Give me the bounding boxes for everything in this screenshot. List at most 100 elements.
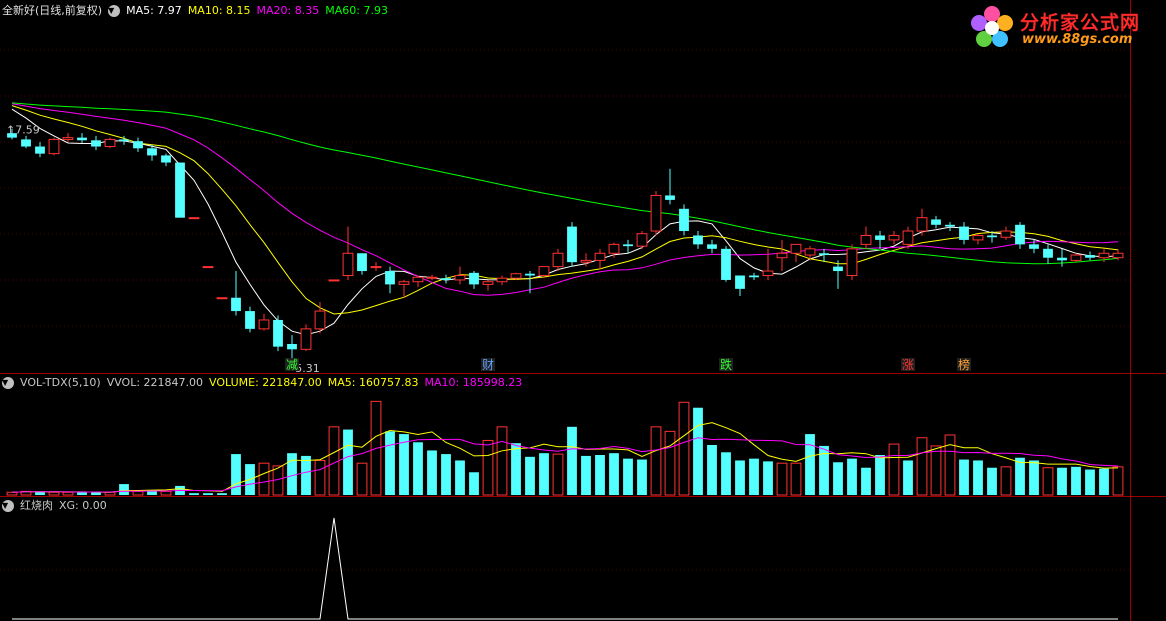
candle	[721, 246, 731, 282]
candle	[412, 275, 424, 288]
candle	[650, 191, 662, 236]
brand-logo[interactable]: 分析家公式网 www.88gs.com	[964, 2, 1162, 54]
stock-name[interactable]: 全新好(日线,前复权)	[2, 3, 102, 19]
candle-body	[370, 266, 382, 269]
candle-body	[538, 266, 550, 276]
candle	[21, 135, 31, 149]
candle-body	[426, 276, 438, 279]
vol-ma10-label: MA10: 185998.23	[424, 376, 523, 389]
candle	[846, 244, 858, 280]
kline-chart[interactable]: ↑7.59←5.31减财跌涨榜	[0, 0, 1166, 621]
event-tag: 财	[482, 358, 494, 372]
volume-bar	[217, 493, 227, 495]
candle	[707, 239, 717, 254]
xg-panel-header: ▼ 红烧肉 XG: 0.00	[2, 498, 107, 514]
candle	[469, 271, 479, 289]
candle-body	[147, 148, 157, 156]
candle-body	[482, 281, 494, 285]
volume-bar	[511, 443, 521, 495]
volume-bar	[441, 454, 451, 495]
candle-body	[552, 252, 564, 268]
volume-bar	[847, 458, 857, 495]
candle	[888, 231, 900, 245]
candle-body	[510, 273, 522, 279]
candle	[959, 222, 969, 245]
candle-body	[300, 328, 312, 350]
candle-body	[721, 248, 731, 280]
candle	[48, 137, 60, 156]
chevron-down-icon[interactable]: ▼	[2, 500, 14, 512]
candle-body	[875, 235, 885, 240]
candle-body	[762, 270, 774, 277]
xg-indicator-name[interactable]: 红烧肉	[20, 498, 53, 514]
candle-body	[35, 146, 45, 154]
volume-bar	[427, 450, 437, 495]
volume-bar	[973, 460, 983, 495]
volume-bar	[916, 437, 928, 496]
volume-bar	[160, 490, 172, 496]
volume-bar	[189, 493, 199, 495]
candle-body	[1085, 255, 1095, 258]
candle	[314, 302, 326, 334]
candle-body	[287, 343, 297, 350]
candle-body	[385, 271, 395, 285]
volume-bar	[790, 462, 802, 496]
candle-body	[273, 319, 283, 347]
volume-bar	[1057, 467, 1067, 495]
candle	[931, 215, 941, 229]
candle	[496, 275, 508, 286]
candle	[1015, 222, 1025, 249]
candle-body	[441, 278, 451, 280]
candle-body	[91, 140, 101, 147]
candle-body	[231, 297, 241, 312]
candle-body	[398, 281, 410, 285]
xg-label: XG: 0.00	[59, 499, 107, 512]
high-price-marker: ↑7.59	[6, 124, 40, 137]
volume-bar	[664, 430, 676, 496]
chevron-down-icon[interactable]: ▼	[2, 377, 14, 389]
volume-bar	[944, 434, 956, 496]
candle-body	[790, 243, 802, 254]
candle	[749, 272, 759, 280]
candle	[482, 279, 494, 291]
candle	[1085, 251, 1095, 261]
volume-bar	[482, 439, 494, 496]
candle-body	[679, 208, 689, 232]
event-tag: 减	[286, 358, 298, 372]
candle-body	[776, 252, 788, 259]
volume-bar	[1071, 466, 1081, 495]
volume-bar	[693, 407, 703, 495]
candle	[679, 204, 689, 236]
volume-bar	[258, 462, 270, 496]
candle-body	[357, 253, 367, 272]
vvol-label: VVOL: 221847.00	[106, 376, 204, 389]
candle-body	[342, 252, 354, 276]
candle	[91, 135, 101, 151]
candle-body	[972, 234, 984, 241]
flower-logo-icon	[971, 6, 1013, 47]
volume-bar	[1000, 466, 1012, 496]
event-tag: 榜	[958, 357, 970, 372]
candle	[188, 217, 200, 220]
candle	[273, 315, 283, 352]
candle-body	[48, 138, 60, 155]
volume-bar	[469, 472, 479, 495]
volume-bar	[987, 467, 997, 495]
volume-bar	[455, 460, 465, 495]
candle	[342, 226, 354, 280]
candle-body	[888, 234, 900, 241]
chevron-down-icon[interactable]: ▼	[108, 5, 121, 17]
xg-signal-line	[12, 517, 1118, 620]
candle	[370, 262, 382, 272]
volume-bar	[356, 462, 368, 496]
volume-bar	[959, 459, 969, 495]
volume-bar	[496, 426, 508, 496]
candle	[231, 271, 241, 316]
candle	[300, 324, 312, 352]
volume-indicator-name[interactable]: VOL-TDX(5,10)	[20, 375, 101, 391]
ma20-label: MA20: 8.35	[256, 4, 320, 17]
main-panel-header: 全新好(日线,前复权) ▼ MA5: 7.97 MA10: 8.15 MA20:…	[2, 3, 388, 19]
candle	[860, 226, 872, 249]
candle-body	[1098, 252, 1110, 259]
candle-body	[454, 275, 466, 281]
